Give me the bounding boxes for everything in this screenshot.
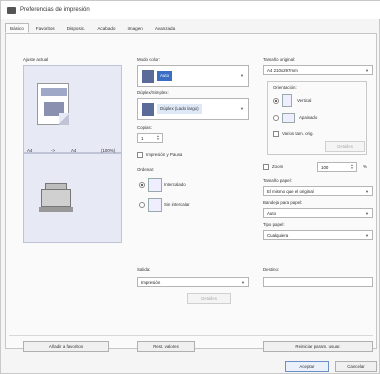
- paper-tray-value: Auto: [267, 210, 277, 216]
- chevron-down-icon: ▼: [365, 211, 369, 216]
- cancel-button[interactable]: Cancelar: [335, 361, 377, 372]
- output-value: Impresión: [141, 279, 161, 285]
- window-title: Preferencias de impresión: [20, 7, 90, 13]
- zoom-checkbox[interactable]: [263, 164, 269, 170]
- restore-defaults-button[interactable]: Rest. valores: [137, 341, 195, 352]
- chevron-down-icon: ▼: [240, 73, 244, 78]
- paper-tray-select[interactable]: Auto ▼: [263, 208, 373, 218]
- page-header-block: [41, 88, 67, 96]
- paper-size-select[interactable]: El mismo que el original ▼: [263, 186, 373, 196]
- landscape-label: Apaisado: [299, 115, 318, 120]
- duplex-label: Dúplex/Simplex:: [137, 90, 169, 95]
- zoom-label: Zoom: [272, 164, 284, 169]
- printer-icon: [7, 6, 16, 14]
- portrait-radio[interactable]: [273, 98, 279, 104]
- copies-stepper[interactable]: 1 ▲ ▼: [137, 133, 163, 143]
- duplex-value: Dúplex (Lado largo): [157, 104, 202, 114]
- current-setting-label: Ajuste actual: [23, 57, 49, 62]
- destination-label: Destino:: [263, 267, 280, 272]
- color-mode-select[interactable]: Auto ▼: [137, 65, 249, 87]
- tab-layout[interactable]: Disposic.: [62, 23, 91, 33]
- collate-label: Ordenar:: [137, 167, 155, 172]
- output-detail-button[interactable]: Detalles: [187, 293, 231, 304]
- accept-button[interactable]: Aceptar: [285, 361, 329, 372]
- copies-label: Copias:: [137, 125, 152, 130]
- reset-user-settings-button[interactable]: Reiniciar param. usuar.: [263, 341, 373, 352]
- spin-arrows-icon[interactable]: ▲ ▼: [155, 135, 161, 141]
- footer-divider: [9, 335, 373, 336]
- tab-image[interactable]: Imagen: [122, 23, 147, 33]
- chevron-down-icon: ▼: [240, 106, 244, 111]
- chevron-down-icon: ▼: [365, 68, 369, 73]
- color-mode-value: Auto: [157, 71, 173, 81]
- printer-device-icon: [39, 183, 75, 213]
- duplex-icon: [142, 103, 154, 116]
- portrait-label: Vertical: [297, 98, 312, 103]
- landscape-radio[interactable]: [273, 115, 279, 121]
- zoom-unit: %: [363, 164, 367, 169]
- landscape-icon: [282, 113, 295, 123]
- print-pause-label: Impresión y Pausa: [146, 152, 183, 157]
- tab-favorites[interactable]: Favoritos: [31, 23, 60, 33]
- collate-icon: [148, 178, 162, 192]
- original-size-select[interactable]: A4 210x297mm ▼: [263, 65, 373, 75]
- output-select[interactable]: Impresión ▼: [137, 277, 249, 287]
- print-pause-checkbox[interactable]: [137, 152, 143, 158]
- destination-input[interactable]: [263, 277, 373, 287]
- various-sizes-checkbox[interactable]: [273, 131, 279, 137]
- paper-size-label: Tamaño papel:: [263, 178, 292, 183]
- color-mode-icon: [142, 70, 154, 83]
- paper-size-value: El mismo que el original: [267, 188, 314, 194]
- paper-type-label: Tipo papel:: [263, 222, 285, 227]
- tab-basic[interactable]: Básico: [5, 23, 29, 33]
- zoom-value: 100: [321, 164, 329, 170]
- spin-arrows-icon[interactable]: ▲ ▼: [349, 164, 355, 170]
- tab-strip: Básico Favoritos Disposic. Acabado Image…: [5, 23, 182, 33]
- printer-body: [41, 189, 71, 207]
- zoom-stepper[interactable]: 100 ▲ ▼: [317, 162, 357, 172]
- paper-tray-label: Bandeja para papel:: [263, 200, 303, 205]
- various-sizes-label: Varios tam. orig.: [282, 131, 314, 136]
- no-collate-icon: [148, 198, 162, 212]
- chevron-down-icon: ▼: [365, 189, 369, 194]
- color-mode-label: Modo color:: [137, 57, 160, 62]
- original-size-value: A4 210x297mm: [267, 67, 298, 73]
- orientation-label: Orientación:: [273, 85, 297, 90]
- printer-tray: [39, 207, 73, 212]
- print-preferences-window: Preferencias de impresión Básico Favorit…: [0, 0, 380, 374]
- collate-radio[interactable]: [139, 182, 145, 188]
- duplex-select[interactable]: Dúplex (Lado largo) ▼: [137, 98, 249, 120]
- orientation-detail-button[interactable]: Detalles: [325, 141, 365, 152]
- portrait-icon: [282, 94, 292, 107]
- title-bar: Preferencias de impresión: [1, 1, 380, 19]
- tab-finishing[interactable]: Acabado: [92, 23, 120, 33]
- tab-advanced[interactable]: Avanzada: [150, 23, 180, 33]
- paper-type-value: Cualquiera: [267, 232, 289, 238]
- no-collate-option-label: Sin intercalar: [164, 202, 190, 207]
- page-thumbnail: [37, 83, 69, 125]
- copies-value: 1: [141, 135, 144, 141]
- collate-option-label: Intercalado: [164, 182, 186, 187]
- chevron-down-icon: ▼: [241, 280, 245, 285]
- no-collate-radio[interactable]: [139, 202, 145, 208]
- page-fold-corner: [59, 113, 69, 125]
- original-size-label: Tamaño original:: [263, 57, 296, 62]
- chevron-down-icon: ▼: [365, 233, 369, 238]
- output-label: Salida:: [137, 267, 151, 272]
- paper-type-select[interactable]: Cualquiera ▼: [263, 230, 373, 240]
- add-to-favorites-button[interactable]: Añadir a favoritos: [23, 341, 109, 352]
